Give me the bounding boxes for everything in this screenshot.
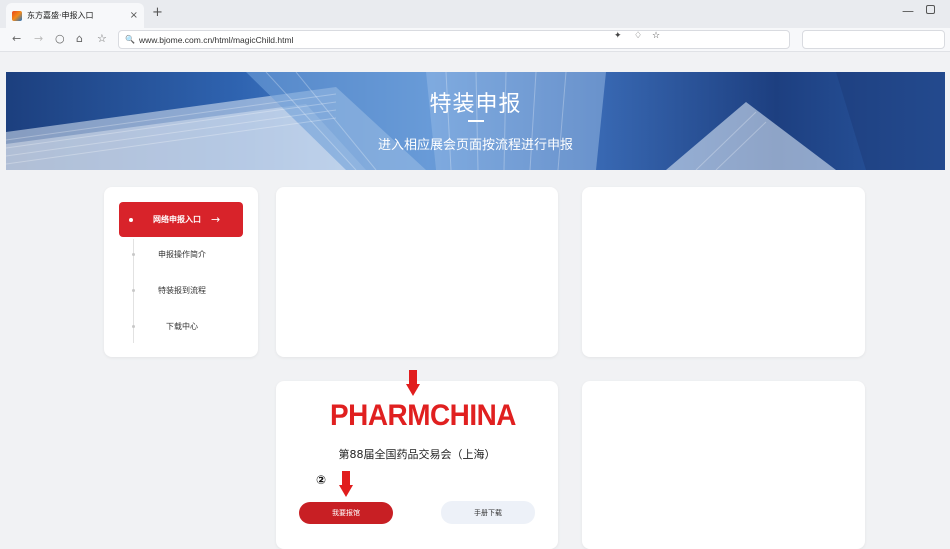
apply-booth-button[interactable]: 我要报馆	[299, 502, 393, 524]
arrow-right-icon: →	[211, 213, 221, 226]
browser-tab-bar: 东方嘉盛·申报入口 × + —	[0, 0, 950, 28]
address-bar[interactable]: 🔍 www.bjome.com.cn/html/magicChild.html	[118, 30, 790, 49]
bullet-icon	[132, 325, 135, 328]
minimize-icon[interactable]: —	[902, 4, 914, 18]
secondary-search-box[interactable]	[802, 30, 945, 49]
site-favicon-icon	[12, 10, 22, 21]
sidebar-item-label: 申报操作简介	[158, 250, 206, 259]
expo-name: 第88届全国药品交易会（上海）	[338, 448, 496, 461]
expo-card-2[interactable]	[582, 187, 865, 357]
add-favorite-icon[interactable]: ☆	[652, 31, 660, 41]
forward-icon[interactable]: →	[34, 32, 43, 45]
manual-download-button[interactable]: 手册下载	[441, 501, 535, 524]
annotation-arrow-down-icon	[406, 370, 420, 396]
back-icon[interactable]: ←	[12, 32, 21, 45]
pin-icon[interactable]: ✦	[614, 31, 622, 41]
annotation-arrow-down-icon	[339, 471, 353, 497]
bullet-icon	[132, 289, 135, 292]
step-marker: ②	[316, 473, 327, 487]
browser-tab[interactable]: 东方嘉盛·申报入口 ×	[6, 3, 144, 28]
new-tab-icon[interactable]: +	[152, 5, 163, 20]
restore-window-icon[interactable]	[926, 5, 935, 14]
favorite-icon[interactable]: ☆	[97, 32, 107, 45]
url-text[interactable]: www.bjome.com.cn/html/magicChild.html	[139, 35, 293, 45]
sidebar-nav: 网络申报入口 → 申报操作简介 特装报到流程 下载中心	[104, 187, 258, 357]
banner-title: 特装申报	[429, 92, 522, 117]
tab-close-icon[interactable]: ×	[130, 10, 138, 21]
browser-toolbar: ← → ○ ⌂ ☆ 🔍 www.bjome.com.cn/html/magicC…	[0, 28, 950, 52]
bullet-icon	[132, 253, 135, 256]
tab-title: 东方嘉盛·申报入口	[27, 11, 94, 20]
pharmchina-logo[interactable]: PHARMCHINA	[330, 399, 516, 433]
page-banner: 特装申报 进入相应展会页面按流程进行申报	[6, 72, 945, 170]
expo-card-4[interactable]	[582, 381, 865, 549]
sidebar-item-label: 特装报到流程	[158, 286, 206, 295]
banner-divider	[468, 120, 484, 122]
sidebar-item-label: 下载中心	[166, 322, 198, 331]
read-aloud-icon[interactable]: ♢	[634, 31, 642, 41]
active-dot-icon	[129, 217, 133, 222]
home-icon[interactable]: ⌂	[76, 32, 83, 45]
sidebar-item-intro[interactable]: 申报操作简介	[104, 249, 258, 261]
sidebar-item-downloads[interactable]: 下载中心	[104, 321, 258, 333]
sidebar-item-online-apply[interactable]: 网络申报入口 →	[119, 202, 243, 237]
banner-subtitle: 进入相应展会页面按流程进行申报	[377, 138, 573, 153]
expo-card-1[interactable]	[276, 187, 558, 357]
sidebar-item-checkin[interactable]: 特装报到流程	[104, 285, 258, 297]
sidebar-item-label: 网络申报入口	[153, 215, 201, 224]
search-icon: 🔍	[125, 35, 135, 44]
refresh-icon[interactable]: ○	[55, 32, 65, 45]
